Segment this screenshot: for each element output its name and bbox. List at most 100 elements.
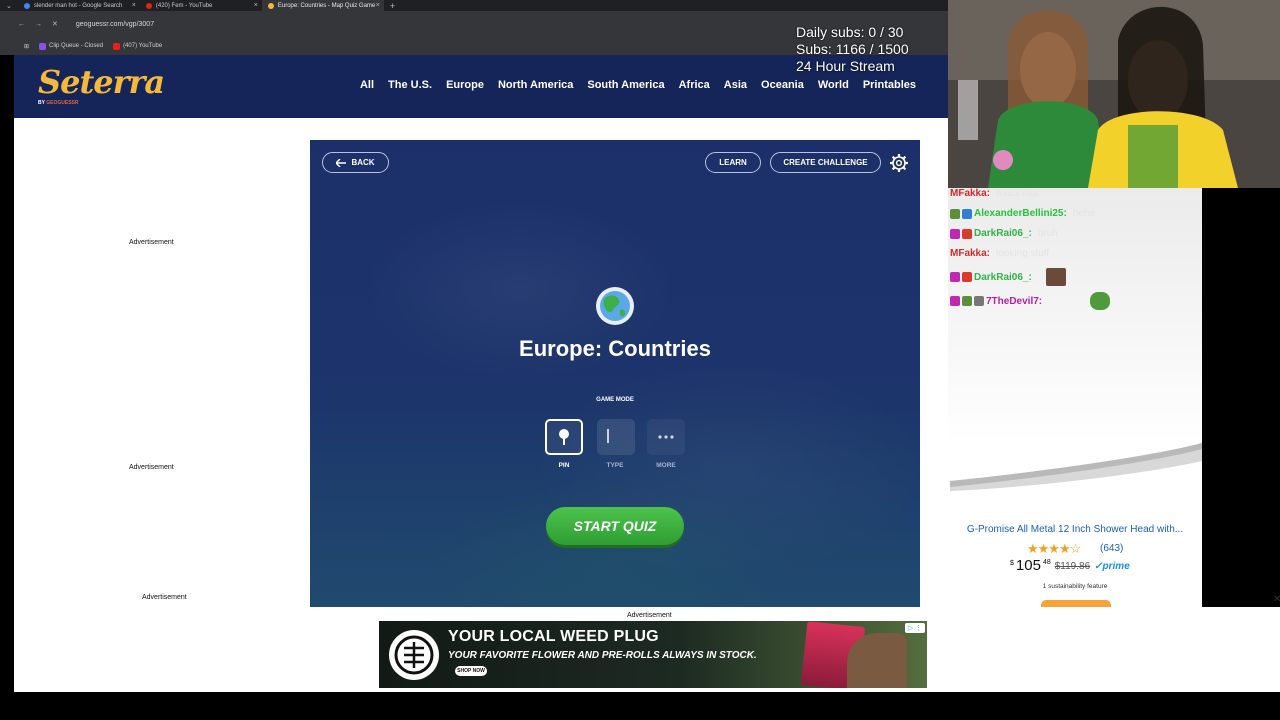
- daily-subs-counter: Daily subs: 0 / 30: [796, 24, 904, 40]
- settings-gear-icon[interactable]: [889, 153, 909, 173]
- adchoices-icon[interactable]: ▷ ⋮: [905, 623, 925, 633]
- quiz-title: Europe: Countries: [519, 336, 711, 361]
- logo-brand: GEOGUESSR: [46, 100, 79, 106]
- seterra-logo[interactable]: Seterra: [38, 63, 165, 101]
- nav-item-africa[interactable]: Africa: [679, 79, 710, 91]
- chat-text: hehe: [1072, 208, 1096, 219]
- reload-icon[interactable]: ✕: [52, 20, 58, 28]
- chat-text: bruh: [1037, 228, 1058, 239]
- back-button[interactable]: BACK: [322, 152, 389, 173]
- product-price: $ 105 48 $119.86 ✓prime: [1010, 557, 1130, 574]
- product-ad[interactable]: G-Promise All Metal 12 Inch Shower Head …: [948, 443, 1202, 610]
- nav-item-europe[interactable]: Europe: [446, 79, 484, 91]
- nav-item-world[interactable]: World: [818, 79, 849, 91]
- sustainability-label: 1 sustainability feature: [1042, 583, 1108, 590]
- hand-image: [847, 633, 907, 688]
- nav-item-oceania[interactable]: Oceania: [761, 79, 804, 91]
- nav-item-all[interactable]: All: [360, 79, 374, 91]
- pin-icon: [559, 429, 569, 445]
- badge-icon: [974, 296, 984, 306]
- more-modes-button[interactable]: [647, 419, 685, 455]
- logo-by: BY: [38, 100, 45, 106]
- globe-icon: [596, 287, 634, 325]
- prime-badge: ✓prime: [1094, 561, 1130, 572]
- forward-arrow-icon[interactable]: →: [35, 21, 42, 28]
- logo-byline: BY GEOGUESSR: [38, 100, 78, 106]
- badge-icon: [950, 208, 960, 219]
- browser-tab[interactable]: (420) Fem - YouTube ×: [140, 0, 262, 11]
- webcam-feed: [948, 0, 1280, 188]
- browser-tab[interactable]: slender man hot - Google Search ×: [18, 0, 140, 11]
- more-mode-label: MORE: [656, 462, 676, 469]
- bookmark-label: Clip Queue - Closed: [49, 43, 104, 49]
- google-icon: [23, 2, 30, 9]
- pin-mode-button[interactable]: [545, 419, 583, 455]
- product-title[interactable]: G-Promise All Metal 12 Inch Shower Head …: [948, 524, 1202, 535]
- start-quiz-button[interactable]: START QUIZ: [546, 507, 684, 545]
- nav-item-printables[interactable]: Printables: [863, 79, 916, 91]
- create-challenge-button[interactable]: CREATE CHALLENGE: [770, 152, 881, 173]
- chat-username: DarkRai06_:: [974, 228, 1032, 239]
- quiz-panel: BACK LEARN CREATE CHALLENGE Europe: Coun…: [310, 140, 920, 607]
- advertisement-label: Advertisement: [627, 612, 672, 619]
- badge-icon: [962, 228, 972, 239]
- badge-icon: [950, 228, 960, 239]
- chat-message: MFakka: mozz rizz: [950, 188, 1038, 199]
- review-count[interactable]: (643): [1100, 543, 1123, 554]
- url-field[interactable]: geoguessr.com/vgp/3007: [76, 21, 154, 28]
- badge-icon: [962, 208, 972, 219]
- bookmark-label: (407) YouTube: [123, 43, 163, 49]
- nav-item-south-america[interactable]: South America: [587, 79, 664, 91]
- back-arrow-icon[interactable]: ←: [18, 21, 25, 28]
- bookmark-item[interactable]: (407) YouTube: [113, 42, 163, 50]
- stream-label: 24 Hour Stream: [796, 58, 895, 74]
- close-tab-icon[interactable]: ×: [254, 0, 258, 11]
- advertisement-label: Advertisement: [129, 464, 174, 471]
- advertisement-label: Advertisement: [129, 239, 174, 246]
- chat-message: AlexanderBellini25: hehe: [950, 208, 1095, 219]
- old-price: $119.86: [1054, 561, 1091, 572]
- close-tab-icon[interactable]: ×: [132, 0, 136, 11]
- chat-message: MFakka: looking stuff: [950, 248, 1049, 259]
- chat-username: AlexanderBellini25:: [974, 208, 1067, 219]
- rating-stars: ★★★★☆: [1027, 541, 1081, 556]
- close-ad-icon[interactable]: ✕: [1273, 594, 1280, 605]
- stream-chat: MFakka: mozz rizz AlexanderBellini25: he…: [948, 188, 1202, 443]
- chat-username: DarkRai06_:: [974, 271, 1032, 283]
- ad-shop-now-button[interactable]: SHOP NOW: [455, 666, 487, 676]
- banner-ad[interactable]: YOUR LOCAL WEED PLUG YOUR FAVORITE FLOWE…: [379, 621, 927, 688]
- text-cursor-icon: [607, 429, 609, 443]
- badge-icon: [962, 296, 972, 306]
- nav-item-asia[interactable]: Asia: [724, 79, 747, 91]
- learn-button[interactable]: LEARN: [705, 152, 761, 173]
- new-tab-button[interactable]: +: [384, 1, 401, 11]
- pin-mode-label: PIN: [558, 462, 570, 469]
- chat-message: DarkRai06_: bruh: [950, 228, 1058, 239]
- youtube-icon: [145, 2, 152, 9]
- chat-username: MFakka:: [950, 188, 991, 199]
- tab-title: (420) Fem - YouTube: [155, 2, 213, 9]
- webcam-image: [948, 0, 1280, 188]
- chat-username: 7TheDevil7:: [986, 295, 1043, 307]
- tab-title: slender man hot - Google Search: [33, 2, 123, 9]
- ellipsis-icon: [658, 435, 674, 439]
- apps-icon[interactable]: ⊞: [24, 43, 29, 50]
- nav-item-us[interactable]: The U.S.: [388, 79, 432, 91]
- brand-logo-icon: [389, 630, 439, 680]
- chat-text: mozz rizz: [996, 188, 1039, 199]
- chat-username: MFakka:: [950, 248, 991, 259]
- bookmark-item[interactable]: Clip Queue - Closed: [39, 42, 104, 50]
- advertisement-label: Advertisement: [142, 594, 187, 601]
- price-cents: 48: [1042, 559, 1051, 566]
- main-nav: All The U.S. Europe North America South …: [360, 79, 916, 91]
- close-tab-icon[interactable]: ×: [376, 0, 380, 11]
- chat-message: DarkRai06_:: [950, 268, 1066, 286]
- arrow-left-icon: [336, 158, 347, 167]
- browser-tab-active[interactable]: Europe: Countries - Map Quiz Game ×: [261, 0, 384, 11]
- tab-search-icon[interactable]: ⌄: [0, 2, 18, 10]
- emote-icon: [1045, 268, 1066, 286]
- nav-item-north-america[interactable]: North America: [498, 79, 573, 91]
- type-mode-button[interactable]: [597, 419, 635, 455]
- price-currency: $: [1010, 560, 1014, 567]
- ad-subline: YOUR FAVORITE FLOWER AND PRE-ROLLS ALWAY…: [448, 650, 757, 661]
